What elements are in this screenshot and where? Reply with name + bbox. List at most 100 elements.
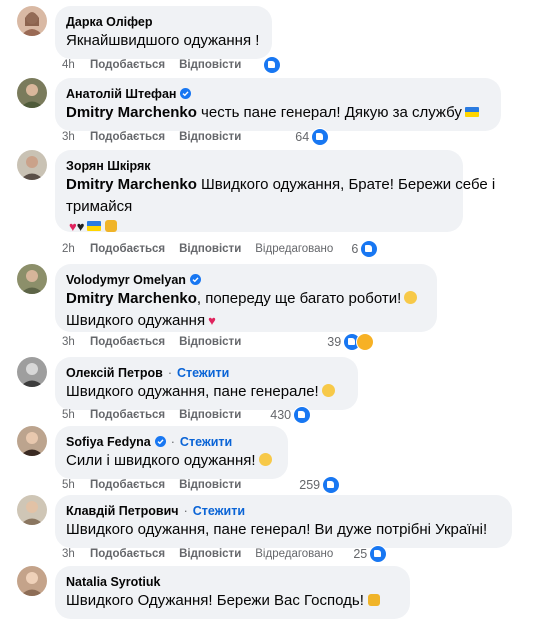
hands-icon: [105, 220, 118, 232]
like-reaction-icon: [293, 406, 312, 424]
comment-bubble: Sofiya Fedyna · Стежити Сили і швидкого од…: [55, 426, 288, 479]
reply-button[interactable]: Відповісти: [179, 59, 241, 71]
comment-meta: 5h Подобається Відповісти 259: [62, 476, 341, 494]
mention-link[interactable]: Dmitry Marchenko: [66, 290, 197, 307]
comment-meta: 5h Подобається Відповісти 430: [62, 406, 312, 424]
like-reaction-icon: [311, 128, 330, 146]
avatar[interactable]: [17, 495, 47, 525]
comment-meta: 4h Подобається Відповісти: [62, 56, 282, 74]
comment-text: Швидкого одужання, пане генерал! Ви дуже…: [66, 521, 488, 538]
reaction-summary[interactable]: 39: [327, 333, 375, 351]
comment-body: Швидкого одужання, пане генерале!: [66, 383, 319, 400]
edited-label: Відредаговано: [255, 548, 334, 560]
author-name[interactable]: Олексій Петров: [66, 366, 163, 380]
avatar[interactable]: [17, 426, 47, 456]
reply-button[interactable]: Відповісти: [179, 479, 241, 491]
comment-text-line-2: тримайся: [66, 198, 133, 215]
like-button[interactable]: Подобається: [90, 59, 165, 71]
avatar[interactable]: [17, 357, 47, 387]
follow-button[interactable]: Стежити: [180, 435, 232, 449]
avatar[interactable]: [17, 150, 47, 180]
black-heart-icon: ♥: [76, 219, 85, 234]
comment-text: Dmitry Marchenko, попереду ще багато роб…: [66, 288, 426, 310]
author-name[interactable]: Зорян Шкіряк: [66, 159, 151, 173]
verified-badge-icon: [189, 274, 201, 285]
reply-button[interactable]: Відповісти: [179, 336, 241, 348]
comment-meta: 3h Подобається Відповісти Відредаговано …: [62, 545, 388, 563]
smile-emoji-icon: [258, 453, 272, 466]
comment-body: Сили і швидкого одужання!: [66, 452, 256, 469]
avatar[interactable]: [17, 566, 47, 596]
like-button[interactable]: Подобається: [90, 336, 165, 348]
comment-body: честь пане генерал! Дякую за службу: [196, 104, 462, 121]
smile-emoji-icon: [321, 384, 335, 397]
timestamp[interactable]: 2h: [62, 243, 90, 255]
timestamp[interactable]: 3h: [62, 131, 90, 143]
separator: ·: [183, 503, 188, 518]
author-name[interactable]: Volodymyr Omelyan: [66, 273, 186, 287]
reaction-count: 64: [295, 130, 310, 144]
reaction-count: 25: [353, 547, 368, 561]
separator: ·: [170, 434, 175, 449]
author-name[interactable]: Natalia Syrotiuk: [66, 575, 160, 589]
reaction-summary[interactable]: 430: [270, 406, 312, 424]
follow-button[interactable]: Стежити: [193, 504, 245, 518]
like-reaction-icon: [322, 476, 341, 494]
comment-meta: 2h Подобається Відповісти Відредаговано …: [62, 240, 379, 258]
comment-text: Сили і швидкого одужання!: [66, 450, 277, 472]
like-reaction-icon: [369, 545, 388, 563]
mention-link[interactable]: Dmitry Marchenko: [66, 104, 197, 121]
comment-body: Швидкого одужання, Брате! Бережи себе і: [196, 176, 496, 193]
comment-text-line-2: Швидкого одужання ♥: [66, 310, 426, 332]
comment-bubble: Зорян Шкіряк Dmitry Marchenko Швидкого о…: [55, 150, 495, 234]
comment-bubble: Клавдій Петрович · Стежити Швидкого одужан…: [55, 495, 512, 548]
comment-text: Швидкого одужання, пане генерале!: [66, 381, 347, 403]
comment-bubble: Олексій Петров · Стежити Швидкого одужання…: [55, 357, 358, 410]
reaction-summary[interactable]: 6: [351, 240, 379, 258]
reaction-summary[interactable]: 259: [299, 476, 341, 494]
haha-reaction-icon: [356, 333, 375, 351]
comment-text: Якнайшвидшого одужання !: [66, 32, 260, 49]
reply-button[interactable]: Відповісти: [179, 548, 241, 560]
reply-button[interactable]: Відповісти: [179, 131, 241, 143]
author-name[interactable]: Sofiya Fedyna: [66, 435, 151, 449]
emoji-line: ♥♥: [66, 218, 452, 236]
comment-text: Dmitry Marchenko честь пане генерал! Дяк…: [66, 102, 490, 124]
separator: ·: [167, 365, 172, 380]
comment-text: Dmitry Marchenko Швидкого одужання, Брат…: [66, 174, 495, 196]
like-button[interactable]: Подобається: [90, 548, 165, 560]
comment-meta: 3h Подобається Відповісти 39: [62, 333, 375, 351]
like-button[interactable]: Подобається: [90, 131, 165, 143]
reaction-summary[interactable]: [263, 56, 282, 74]
reaction-summary[interactable]: 25: [353, 545, 388, 563]
like-button[interactable]: Подобається: [90, 409, 165, 421]
like-button[interactable]: Подобається: [90, 243, 165, 255]
reply-button[interactable]: Відповісти: [179, 243, 241, 255]
like-button[interactable]: Подобається: [90, 479, 165, 491]
author-name[interactable]: Клавдій Петрович: [66, 504, 179, 518]
comment-bubble: Volodymyr Omelyan Dmitry Marchenko, попе…: [55, 264, 437, 332]
comment-body: , попереду ще багато роботи!: [196, 290, 402, 307]
follow-button[interactable]: Стежити: [177, 366, 229, 380]
comment-body-2: Швидкого одужання: [66, 312, 206, 329]
author-name[interactable]: Анатолій Штефан: [66, 87, 176, 101]
avatar[interactable]: [17, 78, 47, 108]
comment-body: Швидкого Одужання! Бережи Вас Господь!: [66, 592, 364, 609]
comment-text: Швидкого Одужання! Бережи Вас Господь!: [66, 590, 399, 612]
timestamp[interactable]: 3h: [62, 548, 90, 560]
reply-button[interactable]: Відповісти: [179, 409, 241, 421]
avatar[interactable]: [17, 264, 47, 294]
edited-label: Відредаговано: [255, 243, 334, 255]
comment-bubble: Natalia Syrotiuk Швидкого Одужання! Бере…: [55, 566, 410, 619]
avatar[interactable]: [17, 6, 47, 36]
smile-emoji-icon: [404, 291, 418, 304]
timestamp[interactable]: 5h: [62, 409, 90, 421]
timestamp[interactable]: 5h: [62, 479, 90, 491]
verified-badge-icon: [154, 436, 166, 447]
timestamp[interactable]: 3h: [62, 336, 90, 348]
timestamp[interactable]: 4h: [62, 59, 90, 71]
mention-link[interactable]: Dmitry Marchenko: [66, 176, 197, 193]
comment-bubble: Анатолій Штефан Dmitry Marchenko честь п…: [55, 78, 501, 131]
author-name[interactable]: Дарка Оліфер: [66, 15, 153, 29]
reaction-summary[interactable]: 64: [295, 128, 330, 146]
